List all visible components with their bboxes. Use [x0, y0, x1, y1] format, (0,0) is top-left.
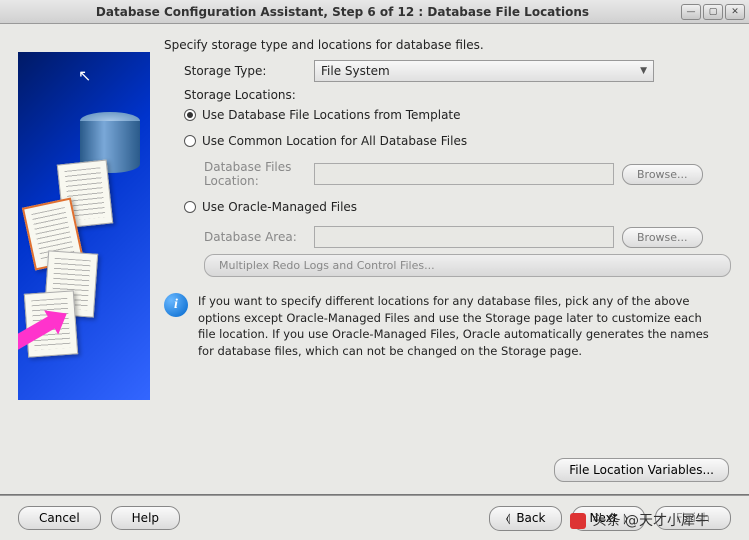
- next-button[interactable]: Next ⦊: [572, 506, 644, 531]
- close-icon[interactable]: ✕: [725, 4, 745, 20]
- radio-template[interactable]: Use Database File Locations from Templat…: [184, 108, 731, 122]
- browse-button: Browse...: [622, 164, 703, 185]
- radio-template-label: Use Database File Locations from Templat…: [202, 108, 461, 122]
- db-files-location-input: [314, 163, 614, 185]
- db-area-label: Database Area:: [164, 230, 314, 244]
- radio-icon: [184, 135, 196, 147]
- back-label: Back: [516, 511, 545, 525]
- db-area-input: [314, 226, 614, 248]
- radio-icon: [184, 201, 196, 213]
- storage-locations-label: Storage Locations:: [184, 88, 731, 102]
- radio-icon: [184, 109, 196, 121]
- titlebar: Database Configuration Assistant, Step 6…: [0, 0, 749, 24]
- instruction-text: Specify storage type and locations for d…: [164, 38, 731, 52]
- chevron-left-icon: ⦉: [506, 511, 510, 526]
- radio-oracle-managed[interactable]: Use Oracle-Managed Files: [184, 200, 731, 214]
- back-button[interactable]: ⦉ Back: [489, 506, 563, 531]
- finish-button: Finish: [655, 506, 731, 530]
- radio-common-label: Use Common Location for All Database Fil…: [202, 134, 467, 148]
- next-label: Next: [589, 511, 617, 525]
- db-files-location-label: Database Files Location:: [164, 160, 314, 188]
- file-location-variables-button[interactable]: File Location Variables...: [554, 458, 729, 482]
- storage-type-value: File System: [321, 64, 390, 78]
- help-button[interactable]: Help: [111, 506, 180, 530]
- multiplex-button: Multiplex Redo Logs and Control Files...: [204, 254, 731, 277]
- window-title: Database Configuration Assistant, Step 6…: [4, 5, 681, 19]
- storage-type-select[interactable]: File System: [314, 60, 654, 82]
- radio-common-location[interactable]: Use Common Location for All Database Fil…: [184, 134, 731, 148]
- storage-type-label: Storage Type:: [164, 64, 314, 78]
- cursor-icon: ↖: [78, 66, 91, 85]
- browse-button: Browse...: [622, 227, 703, 248]
- radio-omf-label: Use Oracle-Managed Files: [202, 200, 357, 214]
- wizard-graphic: ↖: [18, 52, 150, 400]
- chevron-right-icon: ⦊: [623, 511, 627, 526]
- info-icon: i: [164, 293, 188, 317]
- info-text: If you want to specify different locatio…: [198, 293, 721, 360]
- maximize-icon[interactable]: ▢: [703, 4, 723, 20]
- minimize-icon[interactable]: —: [681, 4, 701, 20]
- cancel-button[interactable]: Cancel: [18, 506, 101, 530]
